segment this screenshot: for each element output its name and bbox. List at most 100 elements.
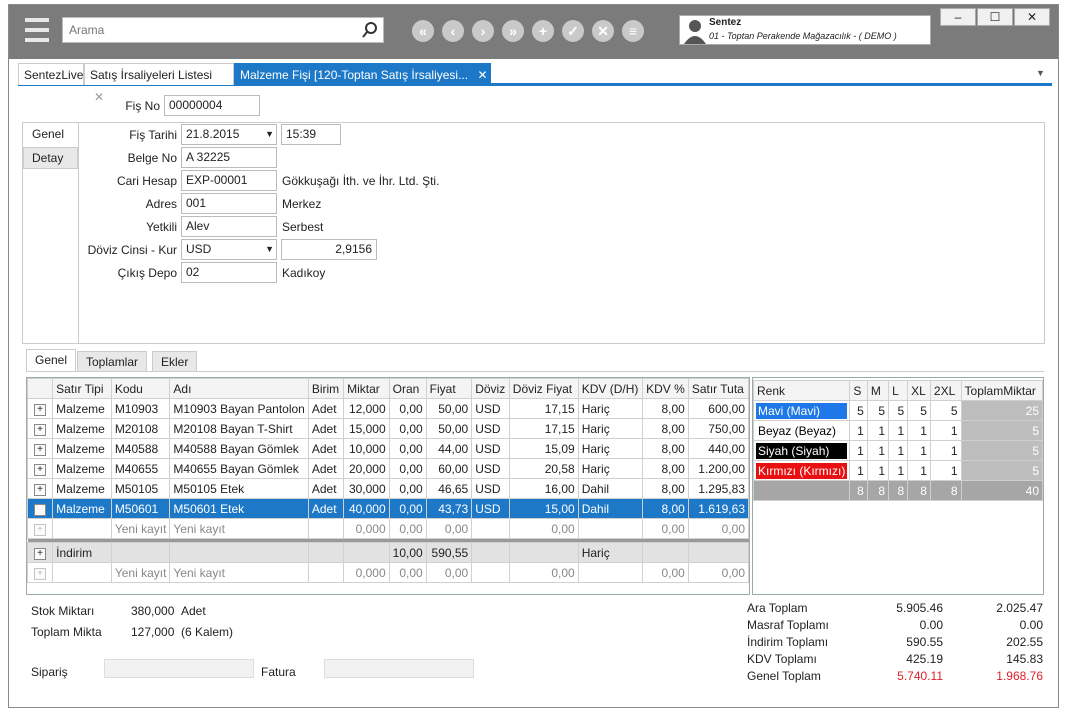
prev-record-icon[interactable]: ‹ (442, 20, 464, 42)
grid-cell[interactable]: 0,00 (642, 562, 689, 583)
grid-cell[interactable]: Malzeme (52, 478, 112, 499)
last-record-icon[interactable]: » (502, 20, 524, 42)
side-tab-detay[interactable]: Detay (23, 147, 78, 169)
side-tab-genel[interactable]: Genel (23, 123, 78, 145)
tab-close-icon[interactable]: ✕ (477, 68, 487, 82)
grid-cell[interactable]: 8,00 (642, 478, 689, 499)
grid-header-cell[interactable]: Fiyat (425, 378, 473, 399)
grid-cell[interactable]: 20,58 (508, 458, 579, 479)
grid-cell[interactable]: Hariç (577, 418, 644, 439)
expand-row-icon[interactable]: + (34, 404, 47, 416)
variant-cell[interactable]: 5 (866, 400, 890, 421)
grid-header-cell[interactable]: Birim (307, 378, 345, 399)
grid-cell[interactable]: M40655 (110, 458, 171, 479)
table-row[interactable]: + İndirim 10,00 590,55 Hariç (26, 542, 750, 563)
grid-cell[interactable]: M40588 Bayan Gömlek (169, 438, 309, 459)
grid-cell[interactable]: 8,00 (642, 438, 689, 459)
variant-cell[interactable]: 1 (929, 440, 962, 461)
variant-cell[interactable]: 1 (907, 460, 931, 481)
expand-row-icon[interactable]: + (34, 568, 47, 580)
variant-row[interactable]: Beyaz (Beyaz) 1 1 1 1 1 5 (752, 420, 1044, 441)
grid-cell[interactable]: 16,00 (508, 478, 579, 499)
table-row[interactable]: + Yeni kayıt Yeni kayıt 0,000 0,00 0,00 0,00 0,… (26, 518, 750, 539)
grid-cell[interactable]: 0,00 (388, 562, 427, 583)
grid-cell[interactable]: 44,00 (425, 438, 473, 459)
grid-cell[interactable]: 0,00 (642, 518, 689, 539)
grid-header-cell[interactable]: Satır Tipi (52, 378, 112, 399)
variant-cell[interactable]: 1 (888, 460, 909, 481)
variant-cell[interactable]: 25 (960, 400, 1044, 421)
grid-cell[interactable]: Malzeme (52, 458, 112, 479)
table-row[interactable]: + Malzeme M20108 M20108 Bayan T-Shirt Adet 15… (26, 418, 750, 439)
variant-cell[interactable]: 5 (888, 400, 909, 421)
grid-cell[interactable]: Adet (307, 478, 345, 499)
table-row[interactable]: + Malzeme M40588 M40588 Bayan Gömlek Adet 10,… (26, 438, 750, 459)
grid-cell[interactable]: 1.200,00 (687, 458, 750, 479)
tab-satis-irsaliyeleri[interactable]: Satış İrsaliyeleri Listesi ✕ (84, 63, 234, 104)
grid-cell[interactable] (52, 518, 112, 539)
search-icon[interactable] (361, 21, 379, 39)
grid-header-cell[interactable]: Döviz Fiyat (508, 378, 579, 399)
kur-field[interactable]: 2,9156 (281, 239, 377, 260)
grid-cell[interactable] (169, 542, 309, 563)
cikis-depo-field[interactable]: 02 (181, 262, 277, 283)
grid-cell[interactable]: Hariç (577, 542, 644, 563)
grid-header-cell[interactable]: Adı (169, 378, 309, 399)
grid-cell[interactable]: 0,00 (425, 518, 473, 539)
tab-dropdown-icon[interactable]: ▼ (1036, 68, 1045, 78)
grid-cell[interactable]: 0,000 (343, 518, 390, 539)
grid-header-cell[interactable]: KDV % (642, 378, 689, 399)
minimize-button[interactable]: – (940, 8, 976, 26)
variant-row[interactable]: Kırmızı (Kırmızı) 1 1 1 1 1 5 (752, 460, 1044, 481)
grid-cell[interactable]: Yeni kayıt (169, 562, 309, 583)
variant-row[interactable]: Mavi (Mavi) 5 5 5 5 5 25 (752, 400, 1044, 421)
chevron-down-icon[interactable]: ▼ (265, 127, 274, 142)
variant-cell[interactable]: 1 (929, 420, 962, 441)
variant-cell[interactable]: 1 (866, 420, 890, 441)
grid-cell[interactable]: 0,00 (388, 478, 427, 499)
hamburger-menu-icon[interactable] (25, 18, 49, 42)
grid-cell[interactable]: 8,00 (642, 418, 689, 439)
grid-cell[interactable] (577, 562, 644, 583)
grid-cell[interactable]: M50105 Etek (169, 478, 309, 499)
grid-cell[interactable]: 0,00 (388, 498, 427, 519)
table-row[interactable]: + Malzeme M40655 M40655 Bayan Gömlek Adet 20,… (26, 458, 750, 479)
grid-cell[interactable]: Dahil (577, 498, 644, 519)
grid-cell[interactable]: Malzeme (52, 498, 112, 519)
grid-cell[interactable]: USD (471, 398, 510, 419)
grid-cell[interactable]: M50601 (110, 498, 171, 519)
grid-cell[interactable]: 17,15 (508, 398, 579, 419)
grid-cell[interactable]: 8,00 (642, 398, 689, 419)
table-row[interactable]: + Malzeme M10903 M10903 Bayan Pantolon Adet 1… (26, 398, 750, 419)
grid-cell[interactable]: 50,00 (425, 398, 473, 419)
cancel-icon[interactable]: ✕ (592, 20, 614, 42)
grid-header-cell[interactable]: Döviz (471, 378, 510, 399)
grid-header-cell[interactable]: KDV (D/H) (577, 378, 644, 399)
variant-cell[interactable]: 5 (907, 400, 931, 421)
grid-cell[interactable]: 15,09 (508, 438, 579, 459)
grid-cell[interactable]: Yeni kayıt (110, 518, 171, 539)
expand-row-icon[interactable]: + (34, 548, 47, 560)
grid-cell[interactable]: 8,00 (642, 458, 689, 479)
variant-cell[interactable]: 1 (849, 460, 868, 481)
grid-cell[interactable]: 46,65 (425, 478, 473, 499)
grid-cell[interactable]: 30,000 (343, 478, 390, 499)
grid-cell[interactable]: 43,73 (425, 498, 473, 519)
variant-cell[interactable]: 5 (929, 400, 962, 421)
grid-cell[interactable]: M50601 Etek (169, 498, 309, 519)
grid-cell[interactable]: M10903 Bayan Pantolon (169, 398, 309, 419)
grid-cell[interactable]: Adet (307, 438, 345, 459)
variant-cell[interactable]: 1 (888, 420, 909, 441)
grid-header-cell[interactable]: Oran (388, 378, 427, 399)
grid-cell[interactable]: 0,000 (343, 562, 390, 583)
tab-sentezlive[interactable]: SentezLive (18, 63, 84, 85)
variant-cell[interactable]: 1 (866, 460, 890, 481)
grid-cell[interactable] (577, 518, 644, 539)
grid-cell[interactable]: Adet (307, 458, 345, 479)
grid-cell[interactable] (52, 562, 112, 583)
grid-cell[interactable]: Hariç (577, 458, 644, 479)
variant-cell[interactable]: 1 (907, 440, 931, 461)
grid-cell[interactable] (508, 542, 579, 563)
variant-cell[interactable]: 5 (960, 460, 1044, 481)
grid-cell[interactable]: Malzeme (52, 398, 112, 419)
